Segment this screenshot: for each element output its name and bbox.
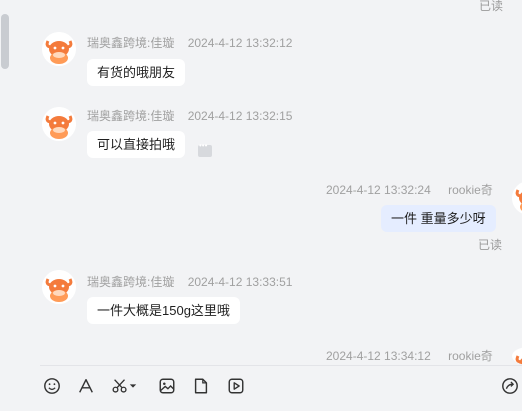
sender-name: 瑞奥鑫跨境:佳璇: [87, 109, 175, 123]
emoji-icon: [44, 378, 60, 394]
timestamp: 2024-4-12 13:34:12: [326, 349, 431, 363]
input-toolbar: [16, 366, 522, 411]
file-button[interactable]: [191, 376, 211, 396]
video-button[interactable]: [226, 376, 246, 396]
send-icon: [502, 378, 518, 394]
left-gutter: [0, 0, 16, 411]
image-icon: [159, 378, 175, 394]
emoji-button[interactable]: [42, 376, 62, 396]
bull-avatar-icon: [512, 348, 522, 365]
sender-name: rookie奇: [448, 183, 493, 197]
message-meta: 瑞奥鑫跨境:佳璇 2024-4-12 13:32:15: [87, 107, 292, 124]
timestamp: 2024-4-12 13:32:24: [326, 183, 431, 197]
font-button[interactable]: [76, 376, 96, 396]
bull-avatar-icon: [42, 32, 76, 66]
video-icon: [228, 378, 244, 394]
message-bubble[interactable]: 一件 重量多少呀: [381, 205, 496, 232]
avatar[interactable]: [42, 270, 76, 304]
message-meta: 瑞奥鑫跨境:佳璇 2024-4-12 13:32:12: [87, 34, 292, 51]
timestamp: 2024-4-12 13:32:12: [187, 36, 293, 50]
scissors-icon: [112, 379, 127, 393]
avatar-self[interactable]: [512, 347, 522, 365]
message-meta: 2024-4-12 13:32:24 rookie奇: [326, 181, 493, 198]
sender-name: 瑞奥鑫跨境:佳璇: [87, 36, 175, 50]
bull-avatar-icon: [42, 270, 76, 304]
screenshot-dropdown[interactable]: [128, 376, 138, 396]
caret-down-icon: [129, 384, 137, 388]
message-bubble[interactable]: 一件大概是150g这里哦: [87, 297, 240, 324]
sender-name: rookie奇: [448, 349, 493, 363]
more-options-icon[interactable]: [198, 141, 212, 157]
message-bubble[interactable]: 有货的哦朋友: [87, 59, 186, 86]
message-meta: 瑞奥鑫跨境:佳璇 2024-4-12 13:33:51: [87, 273, 292, 290]
avatar-self[interactable]: [512, 181, 522, 215]
message-meta: 2024-4-12 13:34:12 rookie奇: [326, 347, 493, 364]
message-bubble[interactable]: 可以直接拍哦: [87, 131, 186, 158]
share-button[interactable]: [500, 376, 520, 396]
timestamp: 2024-4-12 13:33:51: [187, 275, 293, 289]
timestamp: 2024-4-12 13:32:15: [187, 109, 293, 123]
file-icon: [194, 378, 208, 394]
avatar[interactable]: [42, 32, 76, 66]
bull-avatar-icon: [512, 182, 522, 214]
read-status: 已读: [478, 238, 503, 252]
scrollbar-thumb[interactable]: [1, 14, 9, 69]
screenshot-button[interactable]: [110, 376, 130, 396]
image-button[interactable]: [157, 376, 177, 396]
font-icon: [79, 378, 93, 393]
read-status: 已读: [478, 0, 503, 13]
chat-pane: 已读 瑞奥鑫跨境:佳璇 2024-4-12 13:32:12 有货的哦朋友 瑞奥…: [16, 0, 522, 411]
avatar[interactable]: [42, 107, 76, 141]
bull-avatar-icon: [42, 107, 76, 141]
sender-name: 瑞奥鑫跨境:佳璇: [87, 275, 175, 289]
